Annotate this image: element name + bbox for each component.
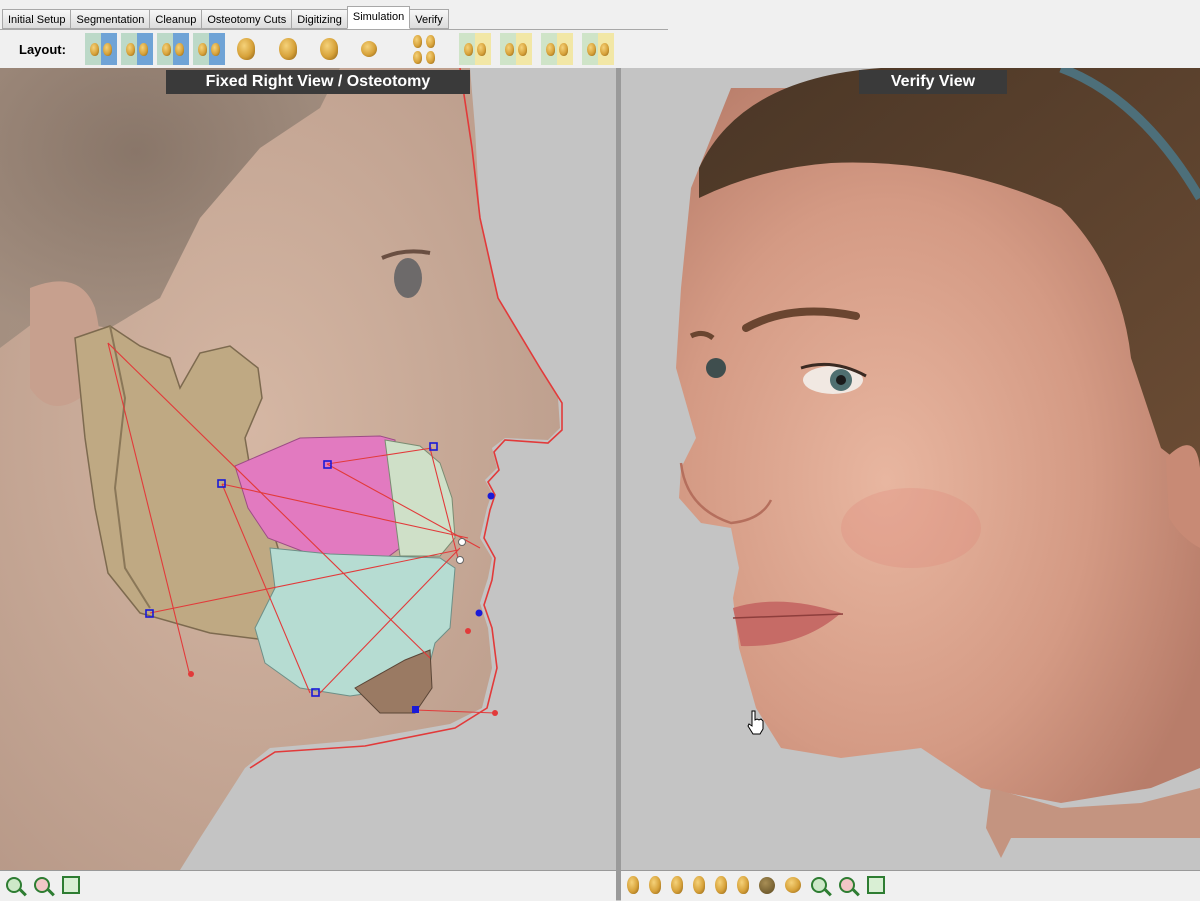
left-view-toolbar [0, 870, 616, 901]
head-icon [139, 42, 148, 56]
layout-compare-button-3[interactable] [541, 33, 573, 65]
zoom-in-icon [811, 877, 827, 893]
zoom-out-button[interactable] [837, 874, 857, 896]
head-icon [426, 50, 435, 64]
zoom-fit-button[interactable] [866, 874, 886, 896]
left-view-title: Fixed Right View / Osteotomy [166, 70, 470, 94]
tab-digitizing[interactable]: Digitizing [291, 9, 348, 29]
layout-compare-button-1[interactable] [459, 33, 491, 65]
tab-segmentation[interactable]: Segmentation [70, 9, 151, 29]
layout-single-front-button[interactable] [316, 33, 342, 65]
head-profile-icon [627, 876, 639, 894]
head-icon [464, 42, 473, 56]
zoom-fit-icon [62, 876, 80, 894]
verify-viewport[interactable]: Verify View [621, 68, 1200, 870]
view-top-button[interactable] [757, 874, 777, 896]
head-icon [198, 42, 207, 56]
head-icon [587, 42, 596, 56]
view-right-profile-button[interactable] [623, 874, 643, 896]
osteotomy-viewport[interactable]: Fixed Right View / Osteotomy [0, 68, 616, 870]
verify-face-render [676, 68, 1200, 858]
layout-label: Layout: [19, 42, 66, 57]
layout-four-view-button[interactable] [408, 33, 440, 65]
head-icon [175, 42, 184, 56]
layout-two-view-button-1[interactable] [85, 33, 117, 65]
tab-cleanup[interactable]: Cleanup [149, 9, 203, 29]
landmark-point [188, 671, 194, 677]
layout-single-right-button[interactable] [233, 33, 259, 65]
head-icon [600, 42, 609, 56]
landmark-point [456, 556, 464, 564]
view-front-button[interactable] [667, 874, 687, 896]
head-icon [546, 42, 555, 56]
head-icon [413, 34, 422, 48]
head-front-icon [320, 38, 338, 60]
view-back-button[interactable] [733, 874, 753, 896]
tab-simulation[interactable]: Simulation [346, 6, 411, 29]
layout-single-left-button[interactable] [275, 33, 301, 65]
tab-verify[interactable]: Verify [409, 9, 449, 29]
layout-toolbar: Layout: [0, 30, 1200, 68]
head-icon [426, 34, 435, 48]
tab-list: Initial Setup Segmentation Cleanup Osteo… [2, 6, 449, 29]
head-back-icon [737, 876, 749, 894]
head-bottom-icon [785, 877, 801, 893]
landmark-point [487, 492, 495, 500]
landmark-point [458, 538, 466, 546]
head-icon [126, 42, 135, 56]
head-icon [518, 42, 527, 56]
zoom-fit-button[interactable] [60, 874, 82, 896]
head-icon [559, 42, 568, 56]
head-top-icon [759, 876, 775, 894]
zoom-out-button[interactable] [31, 874, 53, 896]
layout-two-view-button-4[interactable] [193, 33, 225, 65]
layout-compare-button-2[interactable] [500, 33, 532, 65]
landmark-point [465, 628, 471, 634]
osteotomy-scene [0, 68, 563, 870]
zoom-in-icon [6, 877, 22, 893]
head-profile-icon [237, 38, 255, 60]
landmark-point [412, 706, 419, 713]
zoom-fit-icon [867, 876, 885, 894]
layout-two-view-button-2[interactable] [121, 33, 153, 65]
neck-surface [986, 788, 1200, 858]
head-icon [477, 42, 486, 56]
head-front-icon [671, 876, 683, 894]
zoom-in-button[interactable] [3, 874, 25, 896]
view-three-quarter-left-button[interactable] [711, 874, 731, 896]
head-profile-icon [279, 38, 297, 60]
layout-single-top-button[interactable] [356, 33, 382, 65]
eye-region [706, 358, 726, 378]
tab-osteotomy-cuts[interactable]: Osteotomy Cuts [201, 9, 293, 29]
module-tab-bar: Initial Setup Segmentation Cleanup Osteo… [0, 0, 1200, 30]
zoom-out-icon [839, 877, 855, 893]
head-top-icon [361, 41, 377, 57]
head-three-quarter-icon [693, 876, 705, 894]
landmark-point [492, 710, 498, 716]
head-profile-icon [649, 876, 661, 894]
head-icon [505, 42, 514, 56]
zoom-in-button[interactable] [809, 874, 829, 896]
layout-two-view-button-3[interactable] [157, 33, 189, 65]
view-left-profile-button[interactable] [645, 874, 665, 896]
head-icon [211, 42, 220, 56]
right-view-title: Verify View [859, 70, 1007, 94]
head-icon [413, 50, 422, 64]
view-bottom-button[interactable] [783, 874, 803, 896]
eye-region [394, 258, 422, 298]
zoom-out-icon [34, 877, 50, 893]
head-icon [103, 42, 112, 56]
head-three-quarter-icon [715, 876, 727, 894]
right-view-toolbar [621, 870, 1200, 901]
tab-initial-setup[interactable]: Initial Setup [2, 9, 72, 29]
head-icon [162, 42, 171, 56]
layout-compare-button-4[interactable] [582, 33, 614, 65]
view-three-quarter-right-button[interactable] [689, 874, 709, 896]
landmark-point [475, 609, 483, 617]
head-icon [90, 42, 99, 56]
